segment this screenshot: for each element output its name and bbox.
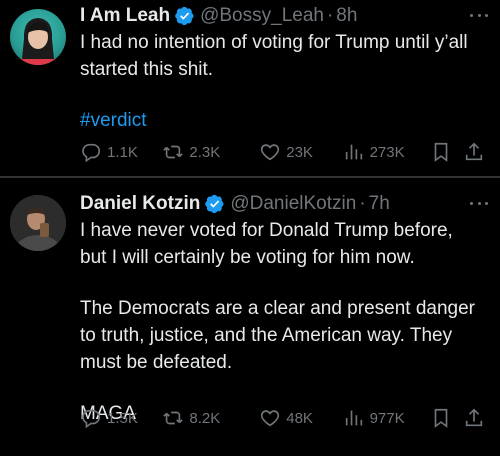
- action-bar: 1.5K 8.2K 48K 977K: [80, 406, 486, 430]
- handle[interactable]: @Bossy_Leah: [200, 5, 324, 27]
- timestamp[interactable]: 8h: [336, 5, 357, 27]
- like-count: 48K: [286, 409, 313, 427]
- tweet-header: I Am Leah @Bossy_Leah · 8h: [80, 2, 357, 30]
- like-button[interactable]: 23K: [259, 141, 342, 163]
- share-button[interactable]: [463, 407, 486, 429]
- more-options-icon[interactable]: [470, 198, 488, 208]
- text-line: I had no intention of voting for Trump u…: [80, 32, 468, 53]
- text-line: to truth, justice, and the American way.…: [80, 325, 453, 346]
- like-count: 23K: [286, 143, 313, 161]
- bookmark-button[interactable]: [430, 407, 463, 429]
- bookmark-button[interactable]: [430, 141, 463, 163]
- avatar[interactable]: [10, 195, 66, 251]
- display-name[interactable]: I Am Leah: [80, 5, 170, 27]
- separator: ·: [359, 193, 366, 214]
- verified-badge-icon[interactable]: [205, 194, 225, 214]
- repost-button[interactable]: 2.3K: [162, 141, 259, 163]
- avatar-photo: [16, 18, 60, 65]
- reply-count: 1.5K: [107, 409, 138, 427]
- text-line: The Democrats are a clear and present da…: [80, 298, 475, 319]
- views-icon: [345, 410, 362, 426]
- tweet[interactable]: I Am Leah @Bossy_Leah · 8h I had no inte…: [0, 0, 500, 176]
- like-icon: [261, 144, 280, 161]
- repost-icon: [163, 145, 184, 159]
- action-bar: 1.1K 2.3K 23K 273K: [80, 140, 486, 164]
- separator: ·: [326, 5, 334, 26]
- avatar[interactable]: [10, 9, 66, 65]
- verified-badge-icon[interactable]: [175, 6, 195, 26]
- text-line: I have never voted for Donald Trump befo…: [80, 220, 453, 241]
- tweet-text: I had no intention of voting for Trump u…: [80, 29, 480, 134]
- text-line: must be defeated.: [80, 352, 233, 373]
- share-icon: [465, 142, 482, 161]
- bookmark-icon: [434, 408, 448, 428]
- repost-count: 2.3K: [189, 143, 221, 161]
- hashtag-link[interactable]: #verdict: [80, 107, 480, 134]
- reply-button[interactable]: 1.1K: [80, 141, 162, 163]
- reply-count: 1.1K: [107, 143, 138, 161]
- display-name[interactable]: Daniel Kotzin: [80, 193, 200, 215]
- views-button[interactable]: 977K: [343, 407, 430, 429]
- repost-button[interactable]: 8.2K: [162, 407, 259, 429]
- tweet[interactable]: Daniel Kotzin @DanielKotzin · 7h I have …: [0, 178, 500, 456]
- more-options-icon[interactable]: [470, 10, 488, 20]
- view-count: 273K: [369, 143, 405, 161]
- repost-icon: [163, 411, 184, 425]
- text-line: but I will certainly be voting for him n…: [80, 247, 415, 268]
- reply-button[interactable]: 1.5K: [80, 407, 162, 429]
- timestamp[interactable]: 7h: [369, 193, 390, 215]
- reply-icon: [82, 143, 101, 163]
- text-line: started this shit.: [80, 59, 214, 80]
- view-count: 977K: [369, 409, 405, 427]
- repost-count: 8.2K: [189, 409, 221, 427]
- tweet-header: Daniel Kotzin @DanielKotzin · 7h: [80, 190, 390, 218]
- handle[interactable]: @DanielKotzin: [230, 193, 356, 215]
- share-button[interactable]: [463, 141, 486, 163]
- reply-icon: [82, 409, 101, 429]
- tweet-text: I have never voted for Donald Trump befo…: [80, 217, 480, 427]
- bookmark-icon: [434, 142, 448, 162]
- avatar-photo: [10, 195, 66, 251]
- views-button[interactable]: 273K: [343, 141, 430, 163]
- views-icon: [345, 144, 362, 160]
- like-icon: [261, 410, 280, 427]
- like-button[interactable]: 48K: [259, 407, 342, 429]
- share-icon: [465, 408, 482, 427]
